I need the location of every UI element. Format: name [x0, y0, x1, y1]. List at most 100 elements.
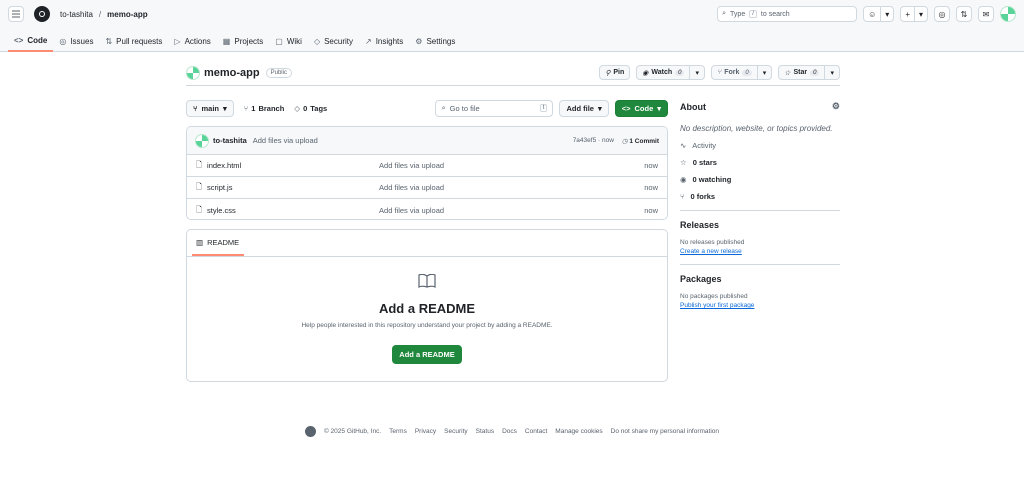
branch-icon: ⑂ — [193, 103, 198, 113]
tab-label: Security — [324, 36, 353, 46]
about-heading: About — [680, 101, 706, 112]
about-description: No description, website, or topics provi… — [680, 124, 833, 133]
watch-button[interactable]: ◉ Watch 0 ▾ — [636, 65, 705, 80]
chevron-down-icon[interactable]: ▾ — [756, 66, 772, 79]
tab-code[interactable]: <> Code — [8, 30, 54, 52]
issues-icon[interactable]: ◎ — [934, 6, 950, 22]
forks-link[interactable]: ⑂ 0 forks — [680, 192, 840, 201]
footer-link[interactable]: Docs — [502, 428, 517, 435]
stars-link[interactable]: ☆ 0 stars — [680, 158, 840, 167]
repo-link[interactable]: memo-app — [107, 10, 147, 19]
repo-title[interactable]: memo-app — [204, 67, 260, 79]
readme-description: Help people interested in this repositor… — [301, 322, 553, 329]
publish-package-link[interactable]: Publish your first package — [680, 302, 840, 309]
tab-pull-requests[interactable]: ⇅ Pull requests — [99, 30, 168, 52]
footer: © 2025 GitHub, Inc. Terms Privacy Security… — [0, 426, 1024, 437]
chevron-down-icon: ▾ — [597, 103, 602, 113]
menu-icon[interactable] — [8, 6, 24, 22]
github-logo-icon[interactable] — [304, 426, 316, 437]
pin-button[interactable]: ⚲ Pin — [599, 65, 631, 80]
file-commit-time: now — [644, 161, 658, 170]
owner-link[interactable]: to-tashita — [60, 10, 93, 19]
search-shortcut: / — [749, 10, 757, 18]
file-commit-message[interactable]: Add files via upload — [379, 183, 625, 192]
readme-tab[interactable]: ▥ README — [192, 230, 244, 256]
add-readme-button[interactable]: Add a README — [392, 345, 462, 364]
go-to-file-input[interactable]: ⌕ Go to file t — [435, 99, 554, 117]
search-label: Type — [730, 10, 746, 18]
tab-icon: ◎ — [59, 36, 67, 46]
chevron-down-icon: ▾ — [223, 103, 227, 113]
branch-selector[interactable]: ⑂ main ▾ — [186, 99, 234, 117]
star-label: Star — [793, 69, 808, 76]
chevron-down-icon[interactable]: ▾ — [689, 66, 704, 79]
file-commit-message[interactable]: Add files via upload — [379, 206, 625, 215]
commit-hash[interactable]: 7a43ef5 · now — [573, 137, 614, 144]
tab-icon: ▦ — [222, 36, 231, 46]
code-button[interactable]: <> Code ▾ — [614, 99, 668, 117]
packages-heading[interactable]: Packages — [680, 274, 722, 284]
tab-label: Actions — [184, 36, 211, 46]
divider — [680, 264, 840, 265]
commit-author[interactable]: to-tashita — [213, 136, 247, 145]
fork-button[interactable]: ⑂ Fork 0 ▾ — [711, 65, 773, 80]
activity-link[interactable]: ∿ Activity — [680, 141, 840, 150]
history-link[interactable]: ◷ 1 Commit — [622, 137, 659, 145]
add-file-button[interactable]: Add file ▾ — [559, 99, 609, 117]
tab-security[interactable]: ◇ Security — [308, 30, 359, 52]
avatar — [195, 133, 209, 148]
fork-label: Fork — [724, 69, 740, 76]
create-release-link[interactable]: Create a new release — [680, 248, 840, 255]
copilot-button[interactable]: ☺ ▾ — [863, 6, 895, 22]
packages-empty-text: No packages published — [680, 293, 748, 300]
footer-link[interactable]: Terms — [389, 428, 407, 435]
footer-link[interactable]: Security — [444, 428, 467, 435]
tab-actions[interactable]: ▷ Actions — [168, 30, 216, 52]
footer-link[interactable]: Status — [476, 428, 494, 435]
inbox-icon[interactable]: ✉ — [978, 6, 994, 22]
tab-label: Settings — [426, 36, 456, 46]
divider — [680, 210, 840, 211]
fork-icon: ⑂ — [680, 192, 685, 201]
tab-label: Issues — [70, 36, 94, 46]
tab-icon: ⇅ — [105, 36, 113, 46]
gear-icon[interactable]: ⚙ — [832, 101, 840, 112]
latest-commit: to-tashita Add files via upload 7a43ef5 … — [187, 127, 667, 155]
footer-link[interactable]: Contact — [525, 428, 547, 435]
forks-label: 0 forks — [690, 192, 716, 201]
tab-wiki[interactable]: ▢ Wiki — [269, 30, 308, 52]
table-row: 🗋 index.html Add files via upload now — [187, 155, 667, 177]
footer-link[interactable]: Manage cookies — [555, 428, 602, 435]
branches-link[interactable]: ⑂ 1 Branch — [244, 104, 285, 113]
tab-insights[interactable]: ↗ Insights — [359, 30, 409, 52]
watching-link[interactable]: ◉ 0 watching — [680, 175, 840, 184]
tab-projects[interactable]: ▦ Projects — [217, 30, 269, 52]
file-list: to-tashita Add files via upload 7a43ef5 … — [186, 126, 668, 220]
book-icon — [187, 272, 667, 293]
file-name[interactable]: script.js — [207, 183, 379, 192]
file-name[interactable]: index.html — [207, 161, 379, 170]
releases-heading[interactable]: Releases — [680, 220, 719, 230]
eye-icon: ◉ — [642, 69, 649, 77]
avatar[interactable] — [1000, 6, 1016, 22]
branch-label: Branch — [258, 103, 285, 113]
footer-link[interactable]: Privacy — [415, 428, 436, 435]
commit-message[interactable]: Add files via upload — [253, 136, 318, 145]
star-button[interactable]: ☆ Star 0 ▾ — [778, 65, 840, 80]
file-icon: 🗋 — [196, 204, 203, 214]
file-name[interactable]: style.css — [207, 206, 379, 215]
tags-link[interactable]: ◇ 0 Tags — [294, 104, 327, 113]
chevron-down-icon[interactable]: ▾ — [824, 66, 839, 79]
tab-issues[interactable]: ◎ Issues — [53, 30, 99, 52]
pull-requests-icon[interactable]: ⇅ — [956, 6, 972, 22]
create-new-button[interactable]: + ▾ — [900, 6, 928, 22]
footer-link[interactable]: Do not share my personal information — [611, 428, 719, 435]
sidebar: About ⚙ No description, website, or topi… — [680, 101, 840, 309]
tab-icon: ▢ — [275, 36, 283, 46]
file-commit-message[interactable]: Add files via upload — [379, 161, 625, 170]
tab-settings[interactable]: ⚙ Settings — [409, 30, 461, 52]
table-row: 🗋 style.css Add files via upload now — [187, 199, 667, 219]
readme-tab-label: README — [207, 237, 240, 247]
search-input[interactable]: ⌕ Type / to search — [717, 6, 858, 22]
github-logo-icon[interactable] — [34, 6, 50, 22]
